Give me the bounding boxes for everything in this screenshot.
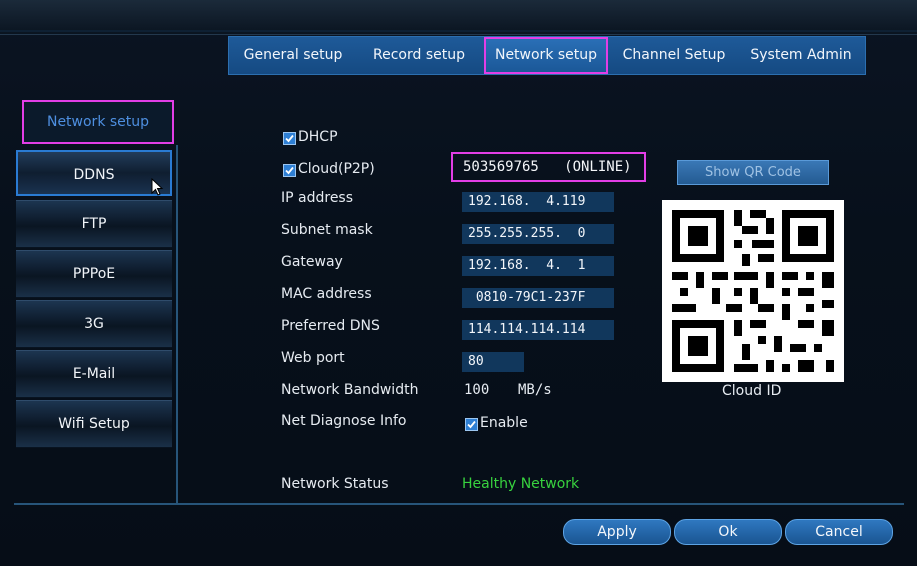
network-bandwidth-value: 100 <box>464 382 490 398</box>
web-port-label: Web port <box>281 350 345 366</box>
cloud-id-caption: Cloud ID <box>722 383 782 399</box>
checkmark-icon <box>467 420 476 429</box>
dhcp-checkbox[interactable] <box>283 132 296 145</box>
sidebar-item-email[interactable]: E-Mail <box>16 350 172 398</box>
preferred-dns-label: Preferred DNS <box>281 318 380 334</box>
preferred-dns-field[interactable]: 114.114.114.114 <box>462 320 614 340</box>
show-qr-code-button[interactable]: Show QR Code <box>677 160 829 185</box>
ok-button[interactable]: Ok <box>674 519 782 545</box>
tab-network-setup[interactable]: Network setup <box>484 37 608 74</box>
net-diagnose-label: Net Diagnose Info <box>281 413 407 429</box>
top-frame-line <box>0 30 917 32</box>
subnet-mask-field[interactable]: 255.255.255. 0 <box>462 224 614 244</box>
checkmark-icon <box>285 166 294 175</box>
network-status-label: Network Status <box>281 476 389 492</box>
net-diagnose-checkbox[interactable] <box>465 418 478 431</box>
cloud-p2p-checkbox[interactable] <box>283 164 296 177</box>
gateway-label: Gateway <box>281 254 343 270</box>
cloud-p2p-label: Cloud(P2P) <box>298 161 375 177</box>
network-bandwidth-label: Network Bandwidth <box>281 382 419 398</box>
sidebar-item-ddns[interactable]: DDNS <box>16 150 172 196</box>
apply-button[interactable]: Apply <box>563 519 671 545</box>
tab-record-setup[interactable]: Record setup <box>357 37 481 74</box>
qr-code <box>662 200 844 382</box>
tab-system-admin[interactable]: System Admin <box>737 37 865 74</box>
network-bandwidth-unit: MB/s <box>518 382 552 398</box>
sidebar-item-wifi-setup[interactable]: Wifi Setup <box>16 400 172 448</box>
mac-address-field: 0810-79C1-237F <box>462 288 614 308</box>
ip-address-label: IP address <box>281 190 354 206</box>
cancel-button[interactable]: Cancel <box>785 519 893 545</box>
web-port-field[interactable]: 80 <box>462 352 524 372</box>
tab-channel-setup[interactable]: Channel Setup <box>611 37 737 74</box>
sidebar-item-ftp[interactable]: FTP <box>16 200 172 248</box>
qr-code-icon <box>672 210 834 372</box>
ip-address-field[interactable]: 192.168. 4.119 <box>462 192 614 212</box>
tab-general-setup[interactable]: General setup <box>229 37 357 74</box>
mac-address-label: MAC address <box>281 286 372 302</box>
sidebar-item-3g[interactable]: 3G <box>16 300 172 348</box>
cloud-id-status: 503569765 (ONLINE) <box>451 152 646 182</box>
bottom-divider <box>14 503 904 505</box>
subnet-mask-label: Subnet mask <box>281 222 373 238</box>
mouse-cursor-icon <box>151 178 164 196</box>
checkmark-icon <box>285 134 294 143</box>
tab-bar: General setup Record setup Network setup… <box>228 36 866 75</box>
enable-label: Enable <box>480 415 528 431</box>
sidebar-title: Network setup <box>22 100 174 144</box>
sidebar-item-pppoe[interactable]: PPPoE <box>16 250 172 298</box>
dhcp-label: DHCP <box>298 129 338 145</box>
nvr-network-setup-screen: General setup Record setup Network setup… <box>0 0 917 566</box>
gateway-field[interactable]: 192.168. 4. 1 <box>462 256 614 276</box>
network-status-value: Healthy Network <box>462 476 580 492</box>
sidebar-divider <box>176 145 178 503</box>
